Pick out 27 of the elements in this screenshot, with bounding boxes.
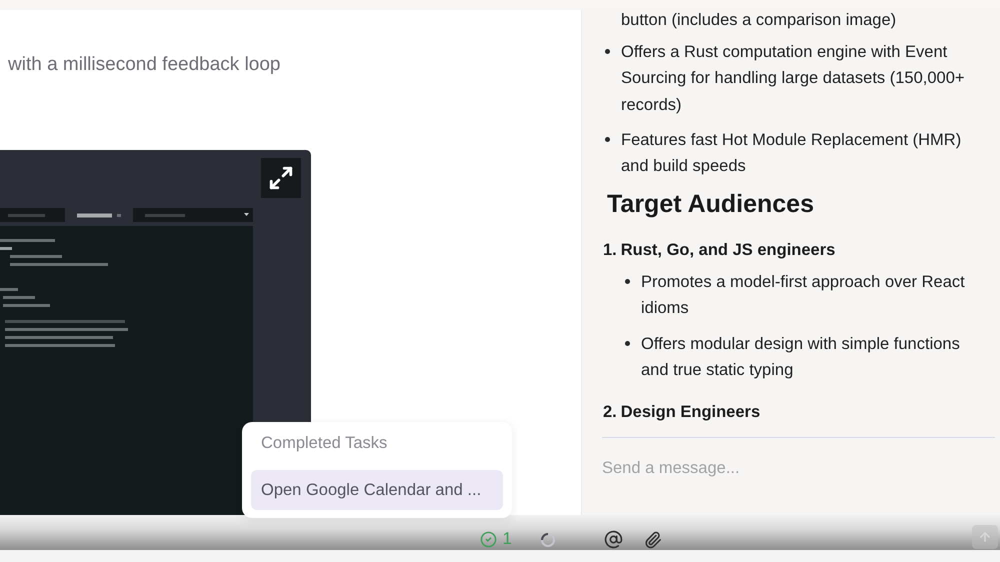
- expand-icon: [268, 165, 294, 191]
- body-text: with a millisecond feedback loop: [8, 53, 282, 77]
- bullet-icon: [625, 279, 630, 284]
- mention-button[interactable]: [604, 530, 623, 549]
- list-item-text: Offers modular design with simple functions and true static typing: [641, 334, 961, 381]
- list-number: 2.: [603, 402, 617, 423]
- loading-spinner-icon: [540, 532, 556, 548]
- completed-count: 1: [502, 530, 512, 548]
- task-item[interactable]: Open Google Calendar and ...: [251, 470, 503, 510]
- check-circle-icon: [480, 530, 497, 548]
- list-item-title: Design Engineers: [620, 402, 760, 423]
- list-item-title: Rust, Go, and JS engineers: [620, 240, 836, 260]
- list-item-text: Offers a Rust computation engine with Event Sourcing for handling large datasets (150,000+ records): [621, 42, 966, 116]
- list-item-text: Promotes a model-first approach over React idioms: [641, 272, 966, 319]
- bullet-icon: [605, 137, 610, 142]
- message-input[interactable]: Send a message...: [602, 455, 990, 481]
- paperclip-icon: [644, 531, 662, 549]
- at-sign-icon: [604, 530, 623, 549]
- bullet-icon: [625, 341, 630, 346]
- list-number: 1.: [603, 240, 617, 260]
- bullet-icon: [605, 49, 610, 54]
- list-item-text: Features fast Hot Module Replacement (HMR) and build speeds: [621, 130, 962, 177]
- attach-button[interactable]: [644, 531, 662, 549]
- expand-button[interactable]: [261, 158, 301, 198]
- list-item-text: button (includes a comparison image): [620, 10, 898, 30]
- popup-title: Completed Tasks: [260, 433, 388, 454]
- section-heading: Target Audiences: [606, 188, 815, 220]
